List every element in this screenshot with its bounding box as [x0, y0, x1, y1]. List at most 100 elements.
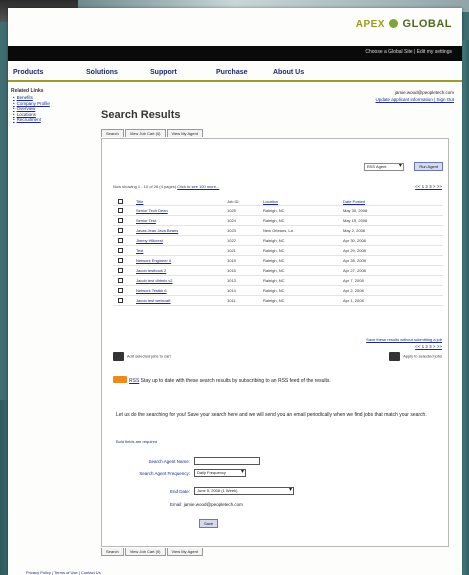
job-title-link[interactable]: Jimmy Hillcrest [136, 238, 163, 243]
nav-item-purchase[interactable]: Purchase [216, 69, 248, 76]
row-checkbox[interactable] [118, 208, 123, 213]
tab-my-agent[interactable]: View My Agent [166, 129, 203, 137]
end-date-label: End Date: [169, 489, 190, 494]
save-results-link[interactable]: Save these results without submitting a … [366, 337, 442, 342]
agent-frequency-select[interactable]: Daily Frequency [194, 469, 246, 477]
job-date: May 30, 2008 [343, 208, 368, 213]
tab-job-cart-bottom[interactable]: View Job Cart (0) [124, 548, 166, 556]
row-checkbox[interactable] [118, 298, 123, 303]
job-title-link[interactable]: Jacob test dhtmlx v2 [136, 278, 172, 283]
job-location: Raleigh, NC [263, 248, 285, 253]
job-location: Raleigh, NC [263, 238, 285, 243]
results-count: Now showing 1 - 10 of 28 (4 pages) Click… [113, 184, 219, 189]
results-panel: RSS Agent Run Agent Now showing 1 - 10 o… [101, 138, 449, 547]
tab-search-bottom[interactable]: Search [101, 548, 124, 556]
column-date-posted[interactable]: Date Posted [343, 199, 365, 204]
footer-links: Privacy Policy | Terms of Use | Contact … [26, 570, 101, 575]
job-title-link[interactable]: Test [136, 248, 143, 253]
add-to-cart-label: Add selected jobs to cart [126, 353, 171, 359]
tab-job-cart[interactable]: View Job Cart (0) [124, 129, 166, 137]
end-date-select[interactable]: June 5, 2008 (1 Week) [194, 487, 294, 495]
agent-name-label: Search Agent Name: [148, 459, 190, 464]
job-date: Apr 27, 2008 [343, 268, 366, 273]
globe-icon [389, 19, 399, 28]
row-checkbox[interactable] [118, 278, 123, 283]
job-title-link[interactable]: Jacob test webcraft [136, 298, 170, 303]
job-location: New Orleans, La [263, 228, 293, 233]
column-location[interactable]: Location [263, 199, 278, 204]
agent-email: Email: jamie.wood@peopletech.com [170, 502, 243, 507]
row-checkbox[interactable] [118, 258, 123, 263]
nav-item-solutions[interactable]: Solutions [86, 69, 118, 76]
footer-link-text[interactable]: Privacy Policy | Terms of Use | Contact … [26, 570, 101, 575]
tab-my-agent-bottom[interactable]: View My Agent [166, 548, 203, 556]
tab-search[interactable]: Search [101, 129, 124, 137]
rss-link[interactable]: RSS [129, 378, 139, 384]
agent-frequency-label: Search Agent Frequency: [139, 471, 190, 476]
select-all-checkbox[interactable] [118, 199, 123, 204]
table-row: Network Testbk 6 1014 Raleigh, NC Apr 2, 20… [113, 286, 443, 296]
required-fields-note: Bold fields are required [116, 439, 158, 444]
job-date: Apr 28, 2008 [343, 258, 366, 263]
global-site-links[interactable]: Choose a Global Site | Edit my settings [365, 49, 452, 55]
job-location: Raleigh, NC [263, 288, 285, 293]
top-utility-bar: Choose a Global Site | Edit my settings [8, 46, 462, 61]
job-date: May 15, 2008 [343, 218, 368, 223]
save-agent-wrap: Save [199, 512, 219, 530]
user-account-links[interactable]: Update applicant information | Sign Out [376, 96, 454, 103]
job-title-link[interactable]: Network Engineer II [136, 258, 171, 263]
job-location: Raleigh, NC [263, 258, 285, 263]
email-label: Email: [170, 502, 183, 507]
table-row: Test 1021 Raleigh, NC Apr 29, 2008 [113, 246, 443, 256]
logo-text-right: GLOBAL [402, 18, 452, 30]
sidebar-item-recruitment[interactable]: Recruitment [17, 117, 91, 123]
results-count-text: Now showing 1 - 10 of 28 (4 pages) [113, 184, 177, 189]
column-title[interactable]: Title [136, 199, 143, 204]
row-checkbox[interactable] [118, 228, 123, 233]
agent-intro: Let us do the searching for you! Save yo… [116, 412, 427, 418]
sidebar: Related Links Benefits Company Profile O… [11, 88, 91, 123]
job-id: 1024 [227, 218, 236, 223]
add-to-cart-action[interactable]: Add selected jobs to cart [113, 352, 171, 361]
table-row: Network Engineer II 1019 Raleigh, NC Apr 28… [113, 256, 443, 266]
rss-notice-text: Stay up to date with these search result… [140, 378, 331, 384]
brand-logo[interactable]: APEX GLOBAL [356, 18, 452, 30]
pagination-top[interactable]: << 1 2 3 > >> [415, 184, 442, 189]
page-title: Search Results [101, 109, 181, 121]
job-date: Apr 2, 2008 [343, 288, 364, 293]
rss-agent-select[interactable]: RSS Agent [363, 163, 404, 171]
job-location: Raleigh, NC [263, 298, 285, 303]
job-date: Apr 7, 2008 [343, 278, 364, 283]
row-checkbox[interactable] [118, 268, 123, 273]
rss-notice: RSS Stay up to date with these search re… [113, 376, 331, 384]
agent-name-input[interactable] [194, 457, 260, 465]
job-title-link[interactable]: Jacob testbook 2 [136, 268, 166, 273]
see-more-link[interactable]: Click to see 100 more... [177, 184, 219, 189]
job-title-link[interactable]: Javas Jean Java Beans [136, 228, 178, 233]
nav-item-support[interactable]: Support [150, 69, 177, 76]
job-id: 1013 [227, 278, 236, 283]
job-title-link[interactable]: Senior Tech Dean [136, 208, 168, 213]
row-checkbox[interactable] [118, 248, 123, 253]
table-header: Title Job ID Location Date Posted [113, 197, 443, 206]
run-agent-button[interactable]: Run Agent [414, 162, 443, 171]
apply-selected-action[interactable]: Apply to selected jobs [389, 352, 442, 361]
job-title-link[interactable]: Senior Test [136, 218, 156, 223]
pagination-bottom[interactable]: << 1 2 3 > >> [415, 344, 442, 349]
results-table: Title Job ID Location Date Posted Senior… [113, 197, 443, 306]
row-checkbox[interactable] [118, 288, 123, 293]
table-row: Javas Jean Java Beans 1023 New Orleans, La… [113, 226, 443, 236]
rss-icon[interactable] [113, 376, 127, 383]
nav-item-about-us[interactable]: About Us [273, 69, 304, 76]
job-date: Apr 29, 2008 [343, 248, 366, 253]
job-location: Raleigh, NC [263, 218, 285, 223]
row-checkbox[interactable] [118, 238, 123, 243]
web-page: APEX GLOBAL Choose a Global Site | Edit … [8, 8, 462, 575]
nav-item-products[interactable]: Products [13, 69, 43, 76]
email-value: jamie.wood@peopletech.com [183, 502, 243, 507]
save-agent-button[interactable]: Save [199, 519, 219, 528]
job-title-link[interactable]: Network Testbk 6 [136, 288, 167, 293]
table-row: Senior Test 1024 Raleigh, NC May 15, 2008 [113, 216, 443, 226]
table-row: Jimmy Hillcrest 1022 Raleigh, NC Apr 30, 20… [113, 236, 443, 246]
row-checkbox[interactable] [118, 218, 123, 223]
